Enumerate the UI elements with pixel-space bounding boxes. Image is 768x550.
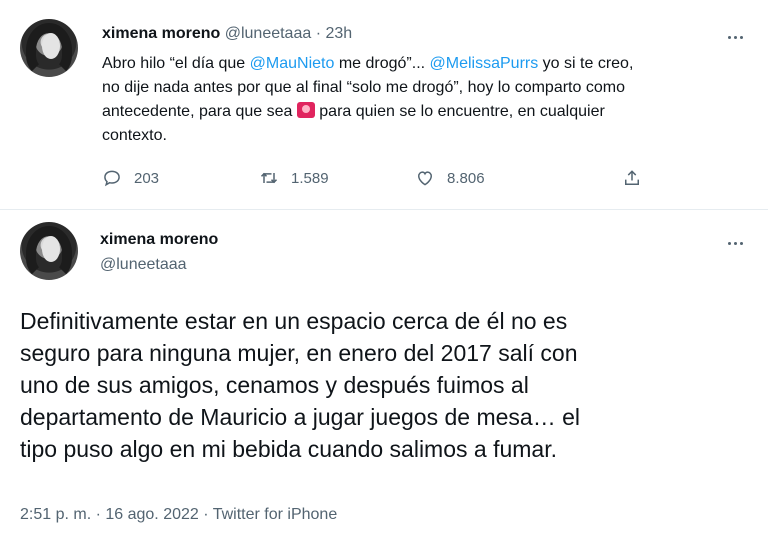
like-count: 8.806 (447, 169, 485, 187)
tweet-line-2: no dije nada antes por que al final “sol… (102, 79, 625, 96)
tweet-line-1: Definitivamente estar en un espacio cerc… (20, 308, 568, 334)
tweet-text: Definitivamente estar en un espacio cerc… (20, 305, 760, 465)
reply-button[interactable]: 203 (102, 168, 159, 188)
tweet-meta[interactable]: 2:51 p. m. · 16 ago. 2022 · Twitter for … (20, 506, 337, 524)
reply-icon (104, 170, 120, 187)
share-icon (625, 170, 639, 185)
tweet-header: ximena moreno @luneetaaa · 23h (102, 25, 352, 43)
share-button[interactable] (622, 168, 642, 188)
text-segment: para quien se lo encuentre, en cualquier (314, 103, 605, 120)
mention-link[interactable]: @MelissaPurrs (430, 55, 539, 72)
like-button[interactable]: 8.806 (415, 168, 485, 188)
reply-count: 203 (134, 169, 160, 187)
tweet-line-4: departamento de Mauricio a jugar juegos … (20, 404, 580, 430)
retweet-icon (260, 172, 278, 184)
more-icon[interactable] (724, 238, 746, 248)
more-icon[interactable] (724, 32, 746, 42)
display-name[interactable]: ximena moreno (100, 231, 218, 249)
retweet-button[interactable]: 1.589 (259, 168, 329, 188)
display-name[interactable]: ximena moreno (102, 25, 220, 42)
avatar[interactable] (20, 222, 78, 280)
handle[interactable]: @luneetaaa (100, 256, 187, 274)
tweet-line-3: antecedente, para que sea para quien se … (102, 100, 752, 124)
text-segment: yo si te creo, (538, 55, 634, 72)
retweet-count: 1.589 (291, 169, 329, 187)
avatar[interactable] (20, 19, 78, 77)
tweet-line-1: Abro hilo “el día que @MauNieto me drogó… (102, 52, 752, 76)
text-segment: antecedente, para que sea (102, 103, 297, 120)
mention-link[interactable]: @MauNieto (250, 55, 335, 72)
tweet-line-2: seguro para ninguna mujer, en enero del … (20, 340, 578, 366)
text-segment: Abro hilo “el día que (102, 55, 250, 72)
timestamp[interactable]: 23h (325, 25, 352, 42)
separator: · (311, 25, 326, 42)
tweet-1[interactable]: ximena moreno @luneetaaa · 23h Abro hilo… (0, 0, 768, 210)
tweet-line-4: contexto. (102, 127, 167, 144)
tweet-line-5: tipo puso algo en mi bebida cuando salim… (20, 436, 557, 462)
like-icon (417, 171, 433, 186)
tweet-line-3: uno de sus amigos, cenamos y después fui… (20, 372, 529, 398)
tweet-text: Abro hilo “el día que @MauNieto me drogó… (102, 52, 752, 148)
handle[interactable]: @luneetaaa (225, 25, 312, 42)
tweet-actions: 203 1.589 8.806 (0, 168, 768, 192)
siren-emoji (296, 102, 315, 118)
text-segment: me drogó”... (334, 55, 430, 72)
